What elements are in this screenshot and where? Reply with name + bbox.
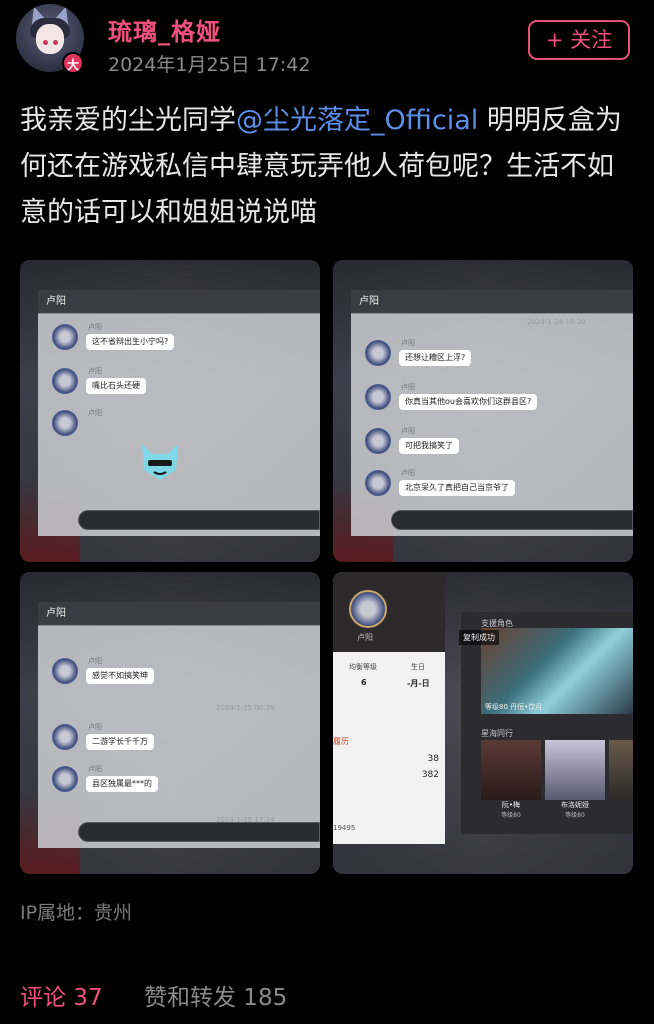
tab-comments[interactable]: 评论 37 bbox=[20, 978, 103, 1012]
sender-name: 卢阳 bbox=[88, 409, 102, 417]
post-image-1[interactable]: 卢阳 卢阳 这不省辩出生小宁吗? 卢阳 嘴比石头还硬 卢阳 bbox=[20, 260, 320, 562]
avatar-eye-left bbox=[43, 40, 48, 45]
sender-name: 卢阳 bbox=[88, 765, 102, 773]
ip-location: IP属地：贵州 bbox=[20, 902, 133, 924]
history-label: 履历 bbox=[333, 737, 349, 746]
sender-name: 卢阳 bbox=[401, 469, 415, 477]
sender-name: 卢阳 bbox=[401, 427, 415, 435]
chat-title: 卢阳 bbox=[38, 602, 320, 626]
sender-avatar bbox=[52, 724, 78, 750]
character-card: 布洛妮娅 等级80 bbox=[545, 740, 605, 819]
post-image-4[interactable]: 卢阳 均衡等级 6 生日 -月-日 履历 38 382 19495 支援角色 复… bbox=[333, 572, 633, 874]
sender-avatar bbox=[52, 658, 78, 684]
support-character-level: 等级80 丹恒•饮月 bbox=[485, 703, 543, 711]
sender-avatar bbox=[365, 384, 391, 410]
character-card bbox=[609, 740, 633, 818]
post-image-2[interactable]: 卢阳 2024-1-24 19:20 卢阳 还想让糟区上浮? 卢阳 你真当其他o… bbox=[333, 260, 633, 562]
character-name: 布洛妮娅 bbox=[561, 801, 589, 809]
copy-success-toast: 复制成功 bbox=[459, 630, 499, 645]
player-uid: 19495 bbox=[333, 824, 356, 832]
message-bubble: 县区独属最***的 bbox=[86, 776, 158, 792]
avatar-eye-right bbox=[53, 40, 58, 45]
message-bubble: 可把我搞笑了 bbox=[399, 438, 459, 454]
history-value: 38 bbox=[427, 754, 439, 764]
message-bubble: 感觉不如搞笑坤 bbox=[86, 668, 154, 684]
follow-button[interactable]: + 关注 bbox=[528, 20, 630, 60]
post-image-3[interactable]: 卢阳 卢阳 感觉不如搞笑坤 2024-1-25 00:28 卢阳 二游学长千千万… bbox=[20, 572, 320, 874]
character-card: 阮•梅 等级80 bbox=[481, 740, 541, 819]
sender-name: 卢阳 bbox=[401, 339, 415, 347]
chat-panel: 卢阳 卢阳 感觉不如搞笑坤 2024-1-25 00:28 卢阳 二游学长千千万… bbox=[38, 602, 320, 848]
sender-name: 卢阳 bbox=[88, 323, 102, 331]
sender-name: 卢阳 bbox=[401, 383, 415, 391]
stat-label: 生日 bbox=[411, 663, 425, 671]
chat-title: 卢阳 bbox=[351, 290, 633, 314]
cat-sticker-icon bbox=[142, 444, 178, 480]
character-name: 阮•梅 bbox=[501, 801, 521, 809]
user-mention-link[interactable]: @尘光落定_Official bbox=[236, 105, 478, 136]
tab-likes-reposts[interactable]: 赞和转发 185 bbox=[144, 978, 287, 1012]
chat-panel: 卢阳 卢阳 这不省辩出生小宁吗? 卢阳 嘴比石头还硬 卢阳 bbox=[38, 290, 320, 536]
message-bubble: 还想让糟区上浮? bbox=[399, 350, 472, 366]
chat-timestamp: 2024-1-25 00:28 bbox=[216, 704, 275, 712]
sender-avatar bbox=[52, 368, 78, 394]
chat-title: 卢阳 bbox=[38, 290, 320, 314]
sender-avatar bbox=[52, 766, 78, 792]
sender-avatar bbox=[365, 340, 391, 366]
player-profile-card: 卢阳 均衡等级 6 生日 -月-日 履历 38 382 19495 bbox=[333, 572, 445, 844]
stat-label: 均衡等级 bbox=[349, 663, 377, 671]
post-text-intro: 我亲爱的尘光同学 bbox=[20, 105, 236, 136]
chat-panel: 卢阳 2024-1-24 19:20 卢阳 还想让糟区上浮? 卢阳 你真当其他o… bbox=[351, 290, 633, 536]
message-input bbox=[78, 822, 320, 842]
stat-value: 6 bbox=[361, 678, 367, 687]
character-level: 等级80 bbox=[565, 812, 585, 819]
message-bubble: 这不省辩出生小宁吗? bbox=[86, 334, 175, 350]
profile-avatar bbox=[349, 590, 387, 628]
sender-name: 卢阳 bbox=[88, 657, 102, 665]
post-timestamp: 2024年1月25日 17:42 bbox=[108, 54, 311, 76]
message-bubble: 二游学长千千万 bbox=[86, 734, 154, 750]
message-bubble: 北京呆久了真把自己当京爷了 bbox=[399, 480, 515, 496]
sender-avatar bbox=[52, 324, 78, 350]
character-portrait bbox=[545, 740, 605, 800]
sender-avatar bbox=[365, 470, 391, 496]
message-input bbox=[78, 510, 320, 530]
character-level: 等级80 bbox=[501, 812, 521, 819]
sender-name: 卢阳 bbox=[88, 367, 102, 375]
profile-name: 卢阳 bbox=[357, 633, 373, 642]
character-portrait bbox=[481, 740, 541, 800]
message-bubble: 嘴比石头还硬 bbox=[86, 378, 146, 394]
sender-name: 卢阳 bbox=[88, 723, 102, 731]
character-portrait bbox=[609, 740, 633, 800]
post-header: 大 琉璃_格娅 2024年1月25日 17:42 + 关注 bbox=[0, 0, 654, 90]
history-value: 382 bbox=[421, 770, 439, 780]
message-bubble: 你真当其他ou会喜欢你们这群县区? bbox=[399, 394, 538, 410]
stat-value: -月-日 bbox=[407, 679, 430, 688]
username[interactable]: 琉璃_格娅 bbox=[108, 12, 221, 47]
sender-avatar bbox=[52, 410, 78, 436]
avatar-face bbox=[36, 24, 64, 54]
message-input bbox=[391, 510, 633, 530]
vip-badge-icon: 大 bbox=[62, 52, 84, 74]
post-body: 我亲爱的尘光同学@尘光落定_Official 明明反盒为何还在游戏私信中肆意玩弄… bbox=[20, 98, 640, 236]
chat-timestamp: 2024-1-24 19:20 bbox=[527, 318, 586, 326]
sender-avatar bbox=[365, 428, 391, 454]
starsea-title: 星海同行 bbox=[481, 729, 513, 738]
